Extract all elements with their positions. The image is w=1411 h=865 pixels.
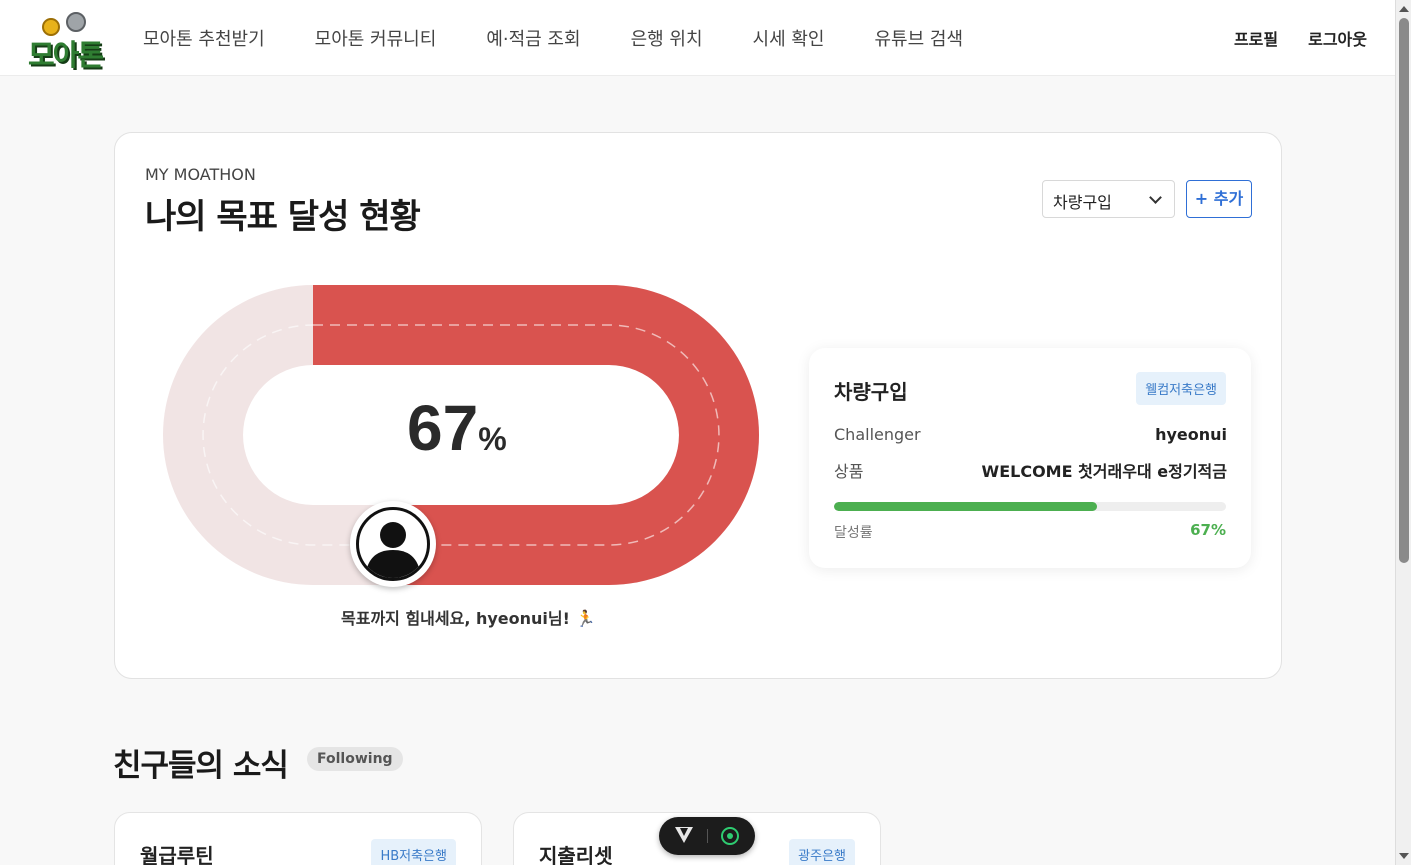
cheer-text: 목표까지 힘내세요, hyeonui님!	[341, 609, 570, 628]
add-goal-button[interactable]: + 추가	[1186, 180, 1252, 218]
scroll-down-icon[interactable]	[1399, 853, 1409, 859]
nav-youtube-search[interactable]: 유튜브 검색	[875, 25, 964, 51]
product-value: WELCOME 첫거래우대 e정기적금	[981, 462, 1227, 481]
logo-text: 모아톤	[28, 38, 104, 72]
challenger-value: hyeonui	[1155, 425, 1227, 444]
goal-eyebrow: MY MOATHON	[145, 165, 256, 184]
profile-link[interactable]: 프로필	[1234, 26, 1278, 50]
friends-title: 친구들의 소식	[113, 748, 289, 784]
goal-title: 나의 목표 달성 현황	[145, 197, 421, 237]
cheer-message: 목표까지 힘내세요, hyeonui님! 🏃	[341, 605, 595, 629]
scrollbar[interactable]	[1395, 0, 1411, 865]
chevron-down-icon	[1149, 191, 1162, 204]
nav-recommend[interactable]: 모아톤 추천받기	[143, 25, 265, 51]
progress-percent-number: 67	[407, 392, 479, 464]
coin-silver-icon	[66, 12, 86, 32]
nav-price-check[interactable]: 시세 확인	[753, 25, 825, 51]
goal-card: MY MOATHON 나의 목표 달성 현황 차량구입 + 추가 67% 목표까…	[114, 132, 1282, 679]
avatar-silhouette-icon	[356, 507, 430, 581]
scroll-up-icon[interactable]	[1399, 6, 1409, 12]
nav-bank-location[interactable]: 은행 위치	[631, 25, 703, 51]
rate-label: 달성률	[834, 525, 873, 541]
toolbar-divider	[707, 829, 708, 843]
progress-percent-unit: %	[478, 421, 507, 457]
logout-link[interactable]: 로그아웃	[1308, 26, 1367, 50]
info-title: 차량구입	[834, 380, 908, 404]
main-nav: 모아톤 추천받기 모아톤 커뮤니티 예·적금 조회 은행 위치 시세 확인 유튜…	[143, 25, 1013, 51]
goal-select[interactable]: 차량구입	[1042, 180, 1175, 218]
nav-community[interactable]: 모아톤 커뮤니티	[315, 25, 437, 51]
product-label: 상품	[834, 462, 864, 481]
progress-bar-fill	[834, 502, 1097, 511]
nav-deposit-search[interactable]: 예·적금 조회	[486, 25, 580, 51]
following-badge[interactable]: Following	[307, 747, 403, 771]
avatar	[350, 501, 436, 587]
bank-badge: 웰컴저축은행	[1136, 372, 1226, 405]
progress-percent: 67%	[407, 391, 507, 465]
friend-card-bank: 광주은행	[789, 839, 855, 865]
logo[interactable]: 모아톤	[28, 12, 104, 72]
challenger-label: Challenger	[834, 425, 921, 444]
friend-card-title: 지출리셋	[539, 844, 613, 865]
scroll-thumb[interactable]	[1399, 18, 1409, 563]
friend-card[interactable]: 월급루틴 HB저축은행	[114, 812, 482, 865]
user-menu: 프로필 로그아웃	[1204, 26, 1367, 50]
vue-logo-icon[interactable]	[675, 827, 693, 843]
goal-info-card: 차량구입 웰컴저축은행 Challenger hyeonui 상품 WELCOM…	[809, 348, 1251, 568]
friend-card-bank: HB저축은행	[371, 839, 456, 865]
top-nav: 모아톤 모아톤 추천받기 모아톤 커뮤니티 예·적금 조회 은행 위치 시세 확…	[0, 0, 1395, 76]
floating-toolbar	[659, 817, 755, 855]
goal-select-value: 차량구입	[1053, 193, 1112, 212]
target-icon[interactable]	[721, 827, 739, 845]
progress-bar	[834, 502, 1226, 511]
runner-icon: 🏃	[575, 609, 596, 628]
friend-card-title: 월급루틴	[140, 844, 214, 865]
rate-value: 67%	[1190, 521, 1226, 539]
